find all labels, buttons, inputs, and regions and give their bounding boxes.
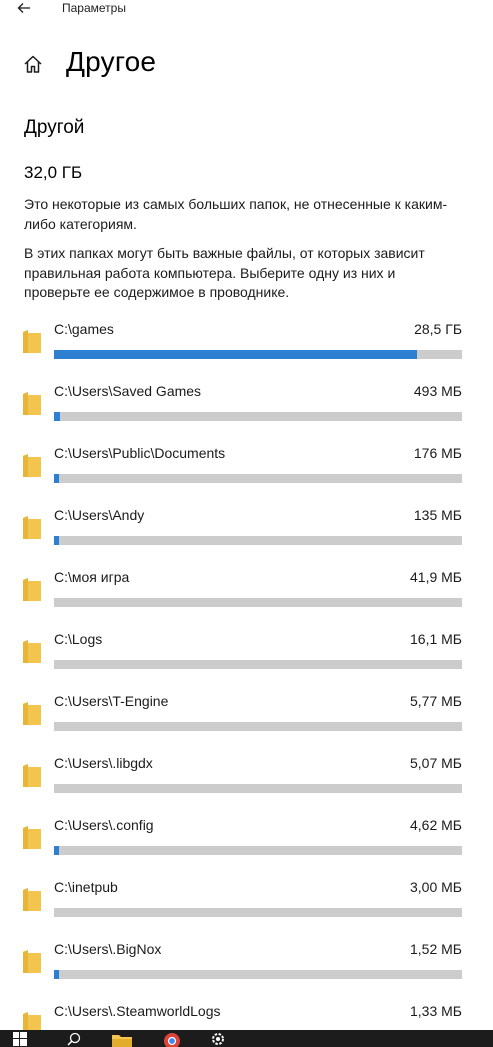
usage-bar-fill — [54, 846, 59, 855]
usage-bar-fill — [54, 536, 59, 545]
file-explorer-button[interactable] — [108, 1030, 136, 1047]
folder-path: C:\Users\.BigNox — [54, 941, 162, 957]
usage-bar — [54, 598, 462, 607]
folder-icon — [23, 640, 41, 663]
description-text: Это некоторые из самых больших папок, не… — [24, 196, 448, 232]
usage-bar — [54, 846, 462, 855]
usage-bar — [54, 412, 462, 421]
folder-size: 493 МБ — [413, 383, 462, 399]
folder-path: C:\games — [54, 321, 114, 337]
back-arrow-icon — [17, 3, 30, 13]
folder-row[interactable]: C:\Users\Andy 135 МБ — [0, 504, 493, 566]
folder-path: C:\Users\Andy — [54, 507, 145, 523]
folder-size: 135 МБ — [413, 507, 462, 523]
start-button[interactable] — [8, 1030, 32, 1047]
usage-bar — [54, 908, 462, 917]
title-bar: Параметры — [0, 0, 493, 18]
folder-path: C:\Logs — [54, 631, 103, 647]
folder-icon — [23, 392, 41, 415]
folder-icon — [23, 578, 41, 601]
folder-size: 1,52 МБ — [410, 941, 462, 957]
folder-row[interactable]: C:\моя игра 41,9 МБ — [0, 566, 493, 628]
taskbar — [0, 1030, 493, 1047]
folder-icon — [23, 764, 41, 787]
folder-row[interactable]: C:\Users\Public\Documents 176 МБ — [0, 442, 493, 504]
folder-path: C:\Users\.config — [54, 817, 154, 833]
folder-list: C:\games 28,5 ГБ C:\Users\Saved Games 493 М… — [0, 318, 493, 1047]
folder-icon — [23, 516, 41, 539]
folder-icon — [23, 826, 41, 849]
search-button[interactable] — [62, 1030, 86, 1047]
folder-size: 4,62 МБ — [410, 817, 462, 833]
usage-bar-fill — [54, 350, 418, 359]
folder-path: C:\Users\T-Engine — [54, 693, 169, 709]
back-button[interactable] — [14, 0, 34, 16]
windows-start-icon — [13, 1031, 27, 1046]
usage-bar — [54, 660, 462, 669]
usage-bar — [54, 474, 462, 483]
file-explorer-icon — [112, 1034, 132, 1047]
usage-bar-fill — [54, 970, 59, 979]
folder-size: 16,1 МБ — [410, 631, 462, 647]
folder-row[interactable]: C:\Users\.libgdx 5,07 МБ — [0, 752, 493, 814]
page-title: Другое — [66, 46, 157, 77]
browser-icon — [164, 1033, 180, 1047]
folder-path: C:\inetpub — [54, 879, 118, 895]
folder-size: 5,77 МБ — [410, 693, 462, 709]
home-button[interactable] — [22, 53, 44, 75]
warning-text: В этих папках могут быть важные файлы, о… — [24, 245, 425, 300]
folder-size: 5,07 МБ — [410, 755, 462, 771]
settings-icon — [212, 1032, 224, 1045]
total-size: 32,0 ГБ — [24, 163, 83, 182]
folder-size: 28,5 ГБ — [414, 321, 462, 337]
folder-row[interactable]: C:\inetpub 3,00 МБ — [0, 876, 493, 938]
usage-bar-fill — [54, 474, 59, 483]
usage-bar — [54, 536, 462, 545]
folder-icon — [23, 454, 41, 477]
usage-bar-fill — [54, 412, 61, 421]
usage-bar — [54, 970, 462, 979]
settings-taskbar-button[interactable] — [204, 1030, 232, 1047]
folder-row[interactable]: C:\Logs 16,1 МБ — [0, 628, 493, 690]
app-title: Параметры — [62, 1, 126, 15]
folder-row[interactable]: C:\Users\.config 4,62 МБ — [0, 814, 493, 876]
folder-path: C:\моя игра — [54, 569, 130, 585]
folder-icon — [23, 702, 41, 725]
folder-path: C:\Users\Saved Games — [54, 383, 202, 399]
folder-row[interactable]: C:\Users\.BigNox 1,52 МБ — [0, 938, 493, 1000]
folder-row[interactable]: C:\games 28,5 ГБ — [0, 318, 493, 380]
folder-size: 41,9 МБ — [410, 569, 462, 585]
folder-size: 3,00 МБ — [410, 879, 462, 895]
usage-bar — [54, 722, 462, 731]
usage-bar — [54, 350, 462, 359]
folder-row[interactable]: C:\Users\Saved Games 493 МБ — [0, 380, 493, 442]
home-icon — [24, 55, 42, 73]
browser-button[interactable] — [158, 1030, 186, 1047]
folder-icon — [23, 888, 41, 911]
folder-size: 176 МБ — [413, 445, 462, 461]
folder-path: C:\Users\.libgdx — [54, 755, 153, 771]
folder-size: 1,33 МБ — [410, 1003, 462, 1019]
folder-icon — [23, 330, 41, 353]
section-title: Другой — [24, 117, 85, 138]
settings-window: Параметры Другое Другой 32,0 ГБ Это неко… — [0, 0, 493, 1047]
folder-path: C:\Users\.SteamworldLogs — [54, 1003, 221, 1019]
usage-bar — [54, 784, 462, 793]
folder-path: C:\Users\Public\Documents — [54, 445, 226, 461]
folder-row[interactable]: C:\Users\T-Engine 5,77 МБ — [0, 690, 493, 752]
search-icon — [67, 1032, 81, 1046]
folder-icon — [23, 950, 41, 973]
